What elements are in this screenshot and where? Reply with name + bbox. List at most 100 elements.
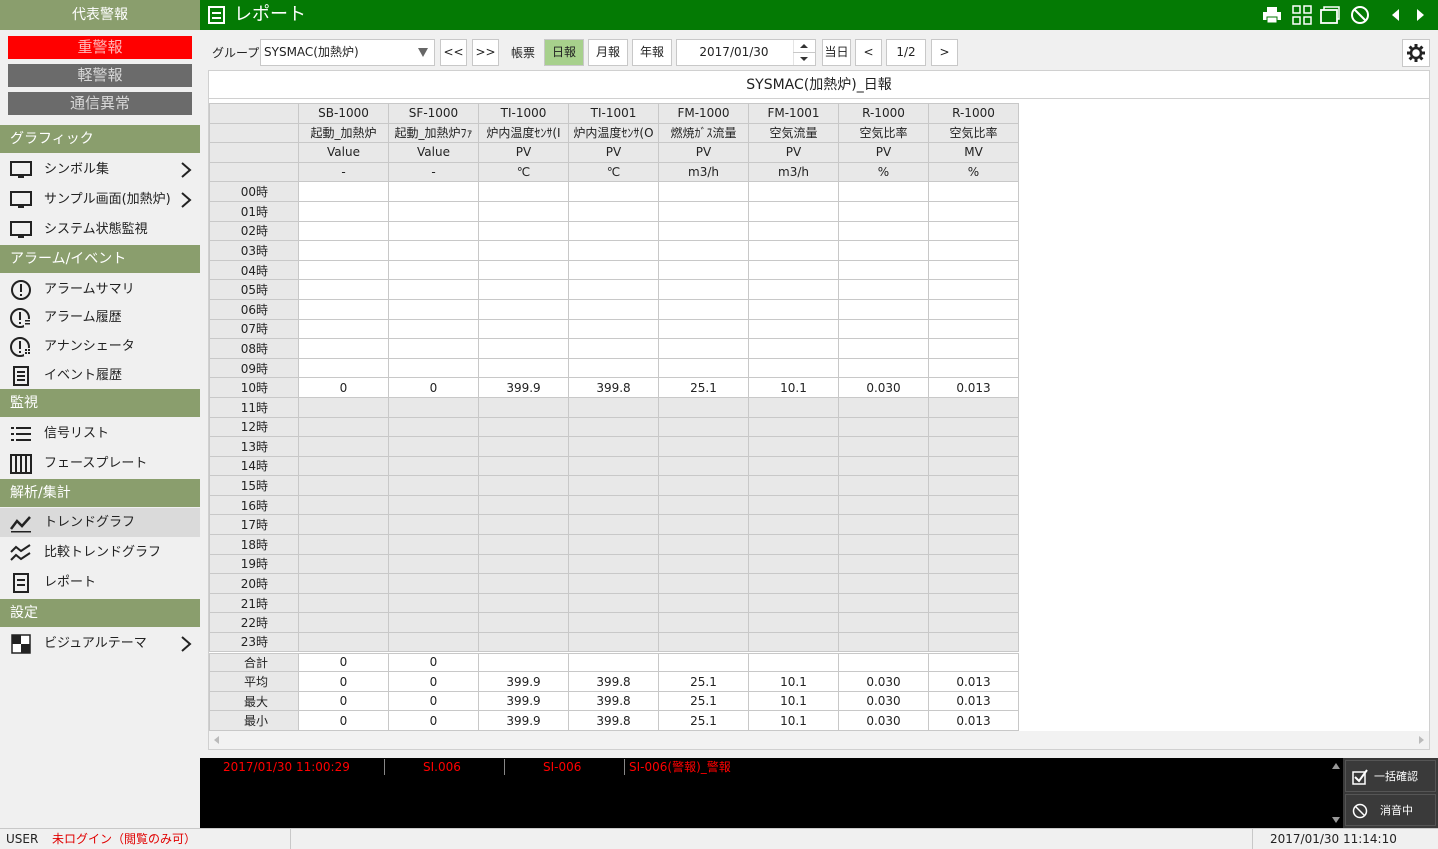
sidebar-item-system-status[interactable]: システム状態監視 [0,215,200,244]
sidebar-item-annunciator[interactable]: アナンシェータ [0,332,200,361]
sidebar-item-compare-trend[interactable]: 比較トレンドグラフ [0,538,200,567]
summary-cell: 399.9 [478,690,569,712]
sidebar-item-event-history[interactable]: イベント履歴 [0,361,200,390]
table-row: 02時 [209,220,1019,242]
data-cell [748,592,839,614]
user-login-status[interactable]: 未ログイン（閲覧のみ可） [52,829,196,849]
horizontal-scrollbar[interactable] [209,731,1429,749]
sidebar-item-trend-graph[interactable]: トレンドグラフ [0,508,200,537]
scroll-right-icon[interactable] [1417,736,1425,744]
summary-cell [748,651,839,673]
group-next-button[interactable]: >> [472,39,499,66]
sidebar-item-alarm-history[interactable]: アラーム履歴 [0,303,200,332]
column-tag: TI-1001 [568,103,659,124]
data-cell [658,553,749,575]
summary-cell: 0.030 [838,710,929,731]
summary-cell: 0 [298,671,389,692]
ack-all-button[interactable]: 一括確認 [1345,760,1436,792]
page-prev-button[interactable]: < [855,39,882,66]
daily-report-button[interactable]: 日報 [544,39,584,66]
data-cell [298,357,389,379]
data-cell [838,338,929,359]
group-label: グループ [212,46,260,60]
alarm-history-icon [10,308,31,328]
data-cell [838,357,929,379]
comm-error-indicator[interactable]: 通信異常 [8,92,192,115]
sidebar-item-visual-theme[interactable]: ビジュアルテーマ [0,629,200,658]
date-spinner-icon[interactable] [793,40,815,65]
page-next-button[interactable]: > [931,39,958,66]
data-cell [298,475,389,496]
window-icon[interactable] [1320,5,1340,25]
data-cell [748,279,839,300]
scroll-down-icon[interactable] [1331,816,1341,824]
today-button[interactable]: 当日 [822,39,851,66]
hour-label: 13時 [209,436,299,457]
sidebar-item-symbols[interactable]: シンボル集 [0,155,200,184]
column-type: MV [928,142,1019,163]
summary-label: 最小 [209,710,299,731]
alarm-bar[interactable]: 2017/01/30 11:00:29 SI.006 SI-006 SI-006… [200,758,1343,828]
data-cell [478,318,569,340]
data-cell [748,396,839,418]
sidebar-item-sample-screen[interactable]: サンプル画面(加熱炉) [0,185,200,214]
grid-layout-icon[interactable] [1292,5,1312,25]
data-cell [748,240,839,261]
sidebar-item-label: アナンシェータ [44,339,135,354]
hour-label: 07時 [209,318,299,340]
monthly-report-button[interactable]: 月報 [588,39,628,66]
group-prev-button[interactable]: << [440,39,467,66]
table-row: 17時 [209,514,1019,536]
light-alarm-indicator[interactable]: 軽警報 [8,64,192,87]
arrow-left-icon[interactable] [1386,5,1406,25]
report-title: SYSMAC(加熱炉)_日報 [209,71,1429,99]
data-cell [748,200,839,222]
data-cell [748,259,839,281]
data-cell [388,475,479,496]
silence-button[interactable]: 消音中 [1345,794,1436,826]
prohibit-icon[interactable] [1350,5,1370,25]
column-name: 空気比率 [928,122,1019,144]
scroll-left-icon[interactable] [213,736,221,744]
group-select[interactable]: SYSMAC(加熱炉) [260,39,435,66]
data-cell: 399.8 [568,377,659,398]
sidebar-item-label: 信号リスト [44,426,110,441]
data-cell [388,181,479,202]
sidebar: 代表警報 重警報 軽警報 通信異常 グラフィック シンボル集 サンプル画面(加熱… [0,0,200,828]
column-type: PV [748,142,839,163]
summary-cell: 0.030 [838,671,929,692]
data-cell [748,298,839,320]
status-datetime: 2017/01/30 11:14:10 [1270,832,1397,846]
data-cell [568,200,659,222]
column-tag: SB-1000 [298,103,389,124]
print-icon[interactable] [1262,5,1282,25]
data-cell [298,592,389,614]
settings-button[interactable] [1402,39,1430,67]
sidebar-item-report[interactable]: レポート [0,568,200,597]
report-icon [208,6,225,24]
data-cell [568,553,659,575]
heavy-alarm-indicator[interactable]: 重警報 [8,36,192,59]
sidebar-item-label: レポート [44,575,97,590]
summary-label: 合計 [209,651,299,673]
user-label: USER [6,832,39,846]
arrow-right-icon[interactable] [1410,5,1430,25]
summary-cell: 399.9 [478,710,569,731]
data-cell [388,396,479,418]
date-field[interactable]: 2017/01/30 [676,39,816,66]
data-cell [658,220,749,242]
yearly-report-button[interactable]: 年報 [632,39,672,66]
column-type: Value [298,142,389,163]
data-cell [928,259,1019,281]
sidebar-item-faceplate[interactable]: フェースプレート [0,449,200,478]
scroll-up-icon[interactable] [1331,762,1341,770]
sidebar-item-signal-list[interactable]: 信号リスト [0,419,200,448]
sidebar-item-alarm-summary[interactable]: アラームサマリ [0,275,200,304]
summary-cell: 25.1 [658,690,749,712]
table-row: 21時 [209,592,1019,614]
summary-row: 合計 0 0 [209,651,1019,673]
data-cell [748,220,839,242]
data-cell [568,181,659,202]
header-bar: レポート [200,0,1438,30]
summary-cell: 399.8 [568,710,659,731]
